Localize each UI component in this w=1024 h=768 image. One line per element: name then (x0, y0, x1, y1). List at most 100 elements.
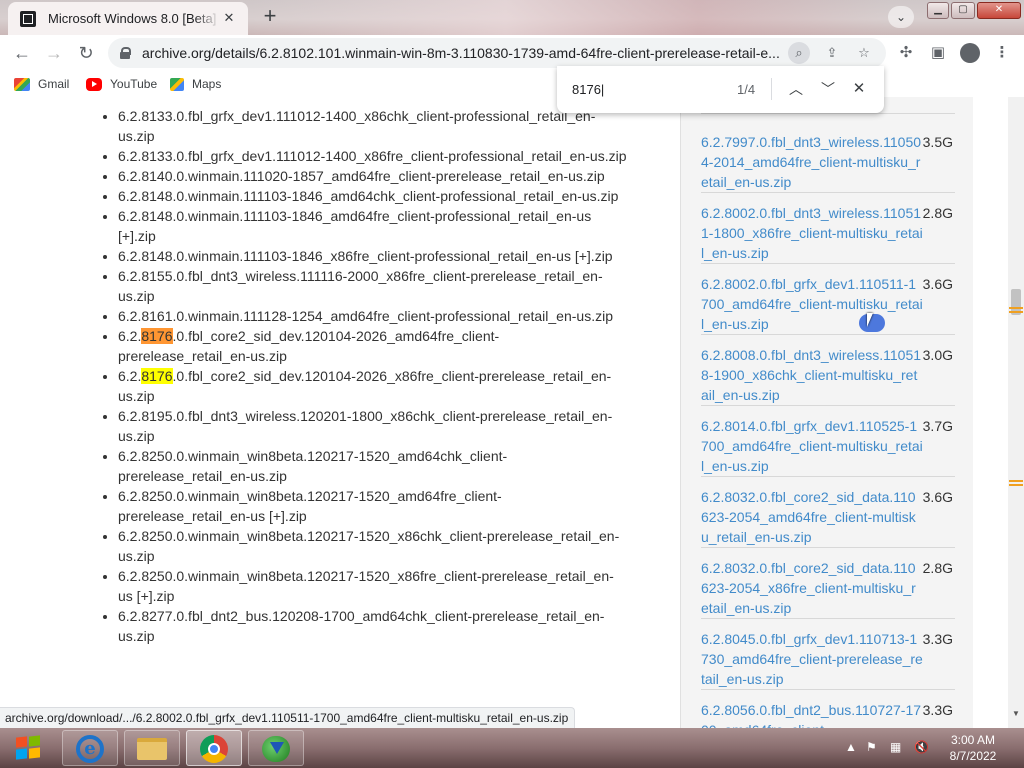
list-item[interactable]: 6.2.8148.0.winmain.111103-1846_amd64fre_… (118, 206, 628, 246)
list-item[interactable]: 6.2.7997.0.fbl_dnt3_wireless.110504-2014… (701, 132, 955, 193)
find-match-marker (1009, 307, 1023, 309)
taskbar-chrome[interactable] (186, 730, 242, 766)
tab-title: Microsoft Windows 8.0 [Beta] set (48, 11, 220, 26)
tab-close-icon[interactable]: ✕ (220, 9, 238, 27)
tab-search-icon[interactable]: ⌄ (888, 6, 914, 28)
file-size: 2.8G (922, 560, 953, 576)
list-item[interactable]: 6.2.8277.0.fbl_dnt2_bus.120208-1700_amd6… (118, 606, 628, 646)
page-scrollbar[interactable]: ▼ (1008, 97, 1024, 728)
scroll-down-icon[interactable]: ▼ (1012, 709, 1020, 718)
list-item-match[interactable]: 6.2.8176.0.fbl_core2_sid_dev.120104-2026… (118, 366, 628, 406)
list-item[interactable]: 6.2.8002.0.fbl_dnt3_wireless.110511-1800… (701, 203, 955, 264)
download-link[interactable]: 6.2.8056.0.fbl_dnt2_bus.110727-1700_amd6… (701, 700, 923, 728)
list-item[interactable]: 6.2.8161.0.winmain.111128-1254_amd64fre_… (118, 306, 628, 326)
list-item[interactable]: 6.2.8008.0.fbl_dnt3_wireless.110518-1900… (701, 345, 955, 406)
list-item[interactable]: 6.2.8250.0.winmain_win8beta.120217-1520_… (118, 526, 628, 566)
download-link[interactable]: 6.2.7997.0.fbl_dnt3_wireless.110504-2014… (701, 132, 923, 192)
list-item[interactable]: 6.2.8045.0.fbl_grfx_dev1.110713-1730_amd… (701, 629, 955, 690)
divider (771, 78, 772, 100)
bookmark-label: Maps (192, 77, 222, 91)
show-hidden-icons-icon[interactable]: ▲ (845, 740, 857, 754)
find-match-current: 8176 (141, 328, 173, 344)
download-link[interactable]: 6.2.8002.0.fbl_dnt3_wireless.110511-1800… (701, 203, 923, 263)
download-link[interactable]: 6.2.8032.0.fbl_core2_sid_data.110623-205… (701, 487, 923, 547)
window-close-button[interactable]: ✕ (977, 2, 1021, 19)
find-next-icon[interactable]: ﹀ (817, 78, 839, 100)
find-in-page-icon[interactable]: ⌕ (788, 42, 810, 64)
back-arrow-icon[interactable]: ← (10, 41, 34, 65)
find-close-icon[interactable]: ✕ (848, 78, 870, 100)
find-match: 8176 (141, 368, 173, 384)
find-match-marker (1009, 311, 1023, 313)
start-windows-icon[interactable] (6, 730, 50, 766)
extensions-puzzle-icon[interactable]: ✣ (894, 41, 918, 65)
file-size: 3.3G (922, 702, 953, 718)
list-item[interactable]: 6.2.8056.0.fbl_dnt2_bus.110727-1700_amd6… (701, 700, 955, 728)
file-list: 6.2.8133.0.fbl_grfx_dev1.111012-1400_x86… (104, 106, 628, 646)
list-item-match-current[interactable]: 6.2.8176.0.fbl_core2_sid_dev.120104-2026… (118, 326, 628, 366)
list-item[interactable]: 6.2.8032.0.fbl_core2_sid_data.110623-205… (701, 487, 955, 548)
address-bar[interactable]: archive.org/details/6.2.8102.101.winmain… (108, 38, 886, 68)
download-link[interactable]: 6.2.8014.0.fbl_grfx_dev1.110525-1700_amd… (701, 416, 923, 476)
list-item[interactable]: 6.2.8250.0.winmain_win8beta.120217-1520_… (118, 486, 628, 526)
file-size: 2.8G (922, 205, 953, 221)
lock-icon[interactable] (120, 47, 131, 59)
window-minimize-button[interactable]: ▁ (927, 2, 949, 19)
bookmark-label: YouTube (110, 77, 158, 91)
download-link[interactable]: 6.2.8032.0.fbl_core2_sid_data.110623-205… (701, 558, 923, 618)
mouse-cursor-icon (867, 313, 879, 327)
list-item[interactable]: 6.2.8002.0.fbl_grfx_dev1.110511-1700_amd… (701, 274, 955, 335)
system-clock[interactable]: 3:00 AM 8/7/2022 (938, 732, 1008, 764)
list-item[interactable]: 6.2.8155.0.fbl_dnt3_wireless.111116-2000… (118, 266, 628, 306)
share-icon[interactable]: ⇪ (821, 42, 843, 64)
find-bar: 8176 1/4 ︿ ﹀ ✕ (557, 66, 884, 113)
archive-favicon-icon (20, 10, 36, 27)
list-item[interactable]: 6.2.8148.0.winmain.111103-1846_amd64chk_… (118, 186, 628, 206)
gmail-icon (14, 77, 30, 91)
bookmark-label: Gmail (38, 77, 70, 91)
side-panel-icon[interactable]: ▣ (926, 41, 950, 65)
profile-avatar-icon[interactable] (958, 41, 982, 65)
new-tab-button[interactable]: + (258, 5, 282, 29)
download-manager-icon (262, 736, 290, 762)
chrome-icon (200, 735, 228, 763)
download-link[interactable]: 6.2.8002.0.fbl_grfx_dev1.110511-1700_amd… (701, 274, 923, 334)
taskbar-file-explorer[interactable] (124, 730, 180, 766)
download-link[interactable]: 6.2.8008.0.fbl_dnt3_wireless.110518-1900… (701, 345, 923, 405)
find-match-marker (1009, 480, 1023, 482)
find-match-count: 1/4 (737, 82, 756, 97)
taskbar-download-manager[interactable] (248, 730, 304, 766)
window-maximize-button[interactable]: ▢ (951, 2, 975, 19)
list-item[interactable]: 6.2.8195.0.fbl_dnt3_wireless.120201-1800… (118, 406, 628, 446)
list-item[interactable]: 6.2.8250.0.winmain_win8beta.120217-1520_… (118, 446, 628, 486)
list-item[interactable]: 6.2.8133.0.fbl_grfx_dev1.111012-1400_x86… (118, 146, 628, 166)
file-size: 3.6G (922, 489, 953, 505)
find-input[interactable]: 8176 (572, 82, 604, 97)
reload-icon[interactable]: ↻ (74, 41, 98, 65)
file-size: 3.7G (922, 418, 953, 434)
file-size: 3.5G (922, 134, 953, 150)
bookmark-star-icon[interactable]: ☆ (853, 42, 875, 64)
menu-kebab-icon[interactable]: ⋮ (990, 41, 1014, 65)
action-center-flag-icon[interactable]: ⚑ (866, 740, 877, 754)
folder-icon (137, 738, 167, 760)
list-item[interactable]: 6.2.8032.0.fbl_core2_sid_data.110623-205… (701, 558, 955, 619)
list-item[interactable]: 6.2.8250.0.winmain_win8beta.120217-1520_… (118, 566, 628, 606)
list-item[interactable]: 6.2.8140.0.winmain.111020-1857_amd64fre_… (118, 166, 628, 186)
list-item[interactable]: 6.2.8014.0.fbl_grfx_dev1.110525-1700_amd… (701, 416, 955, 477)
tab-active[interactable]: Microsoft Windows 8.0 [Beta] set ✕ (8, 2, 248, 35)
bookmark-youtube[interactable]: YouTube (86, 75, 157, 93)
forward-arrow-icon[interactable]: → (42, 41, 66, 65)
page-content: 6.2.8133.0.fbl_grfx_dev1.111012-1400_x86… (0, 97, 1008, 728)
bookmark-maps[interactable]: Maps (170, 75, 221, 93)
network-icon[interactable]: ▦ (890, 740, 901, 754)
bookmark-gmail[interactable]: Gmail (14, 75, 69, 93)
list-item[interactable]: 6.2.8133.0.fbl_grfx_dev1.111012-1400_x86… (118, 106, 628, 146)
url-text[interactable]: archive.org/details/6.2.8102.101.winmain… (142, 45, 782, 61)
file-size: 3.3G (922, 631, 953, 647)
find-previous-icon[interactable]: ︿ (785, 78, 807, 100)
volume-muted-icon[interactable]: 🔇 (914, 740, 929, 754)
list-item[interactable]: 6.2.8148.0.winmain.111103-1846_x86fre_cl… (118, 246, 628, 266)
taskbar-internet-explorer[interactable]: e (62, 730, 118, 766)
download-link[interactable]: 6.2.8045.0.fbl_grfx_dev1.110713-1730_amd… (701, 629, 923, 689)
